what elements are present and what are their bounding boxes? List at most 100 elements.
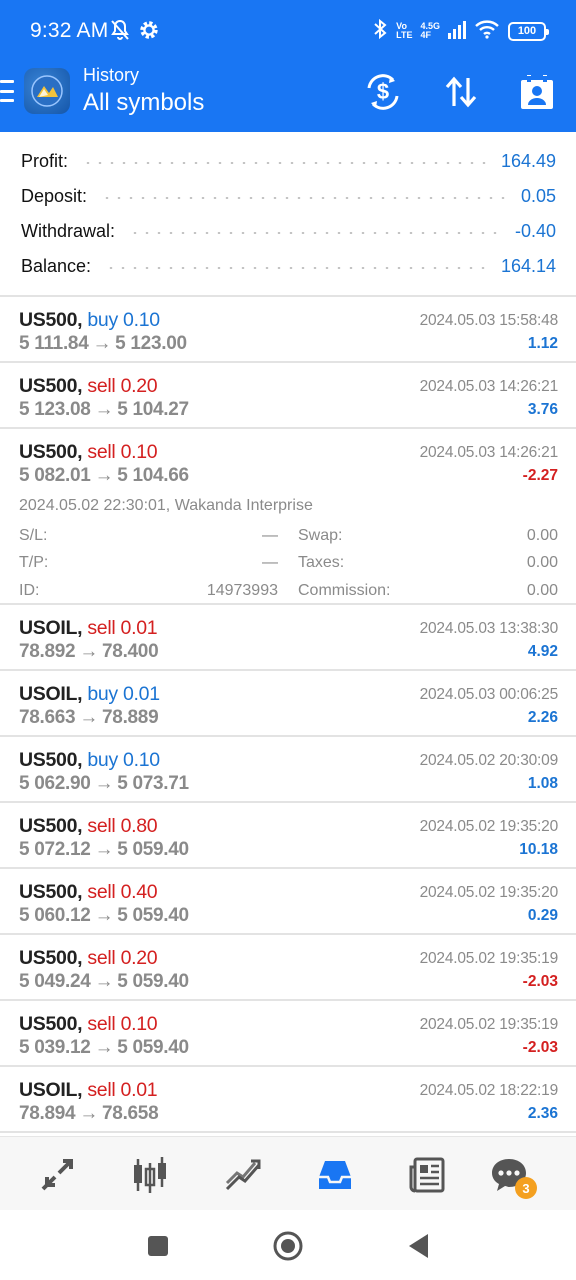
- swap-label: Swap:: [298, 527, 343, 544]
- recents-icon[interactable]: [142, 1230, 174, 1262]
- deal-prices: 78.894 → 78.658: [19, 1103, 159, 1125]
- speed-indicator: 4.5G 4F: [420, 22, 440, 40]
- trade-icon[interactable]: [221, 1153, 265, 1197]
- deal-title: US500, sell 0.40: [19, 881, 158, 904]
- deal-volume: 0.10: [123, 309, 160, 331]
- deal-prices: 78.663 → 78.889: [19, 707, 159, 729]
- home-icon[interactable]: [272, 1230, 304, 1262]
- deal-prices: 5 060.12 → 5 059.40: [19, 905, 189, 927]
- deal-title: USOIL, sell 0.01: [19, 617, 158, 640]
- menu-icon[interactable]: [0, 80, 14, 102]
- volte-bottom: LTE: [396, 30, 413, 40]
- settings-gear-icon: [138, 18, 160, 47]
- deal-time: 2024.05.03 15:58:48: [419, 312, 559, 329]
- deal-volume: 0.10: [120, 1013, 158, 1035]
- back-icon[interactable]: [402, 1230, 434, 1262]
- deal-prices: 5 039.12 → 5 059.40: [19, 1037, 189, 1059]
- deal-volume: 0.01: [120, 1079, 158, 1101]
- deal-row[interactable]: US500, sell 0.80 5 072.12 → 5 059.40 2024.…: [0, 803, 576, 869]
- page-title: All symbols: [83, 89, 205, 116]
- deal-title: US500, sell 0.20: [19, 947, 158, 970]
- deal-title: USOIL, sell 0.01: [19, 1079, 158, 1102]
- dotted-leader: [105, 267, 487, 269]
- deal-prices: 5 123.08 → 5 104.27: [19, 399, 189, 421]
- deal-side: sell: [87, 947, 116, 969]
- app-bar: History All symbols $: [0, 62, 576, 132]
- deal-symbol: US500,: [19, 375, 83, 397]
- deal-volume: 0.80: [120, 815, 158, 837]
- deal-prices: 5 111.84 → 5 123.00: [19, 333, 187, 355]
- deal-symbol: USOIL,: [19, 617, 83, 639]
- arrow-icon: →: [94, 773, 114, 794]
- deal-side: sell: [87, 1079, 116, 1101]
- battery-icon: 100: [508, 21, 549, 41]
- deal-title: USOIL, buy 0.01: [19, 683, 160, 706]
- deal-row[interactable]: US500, sell 0.10 5 039.12 → 5 059.40 2024.…: [0, 1001, 576, 1067]
- deal-row[interactable]: US500, sell 0.20 5 049.24 → 5 059.40 2024.…: [0, 935, 576, 1001]
- profit-value: 164.49: [500, 150, 556, 171]
- open-price: 5 039.12: [19, 1037, 91, 1058]
- deal-row[interactable]: US500, sell 0.40 5 060.12 → 5 059.40 2024.…: [0, 869, 576, 935]
- deal-symbol: USOIL,: [19, 683, 83, 705]
- open-price: 5 123.08: [19, 399, 91, 420]
- profit-row: Profit: 164.49: [21, 146, 556, 176]
- deal-volume: 0.01: [123, 683, 160, 705]
- deal-row[interactable]: US500, buy 0.10 5 062.90 → 5 073.71 2024.0…: [0, 737, 576, 803]
- chart-icon[interactable]: [128, 1153, 172, 1197]
- deal-symbol: USOIL,: [19, 1079, 83, 1101]
- close-price: 78.658: [102, 1103, 159, 1124]
- deal-row[interactable]: USOIL, buy 0.01 78.663 → 78.889 2024.05.03…: [0, 671, 576, 737]
- system-navigation: [0, 1210, 576, 1280]
- arrow-icon: →: [79, 1103, 99, 1124]
- deal-row[interactable]: USOIL, sell 0.01 78.894 → 78.658 2024.05.0…: [0, 1067, 576, 1133]
- commission-value: 0.00: [526, 582, 558, 599]
- app-bar-titles[interactable]: History All symbols: [83, 64, 204, 118]
- arrow-icon: →: [94, 905, 114, 926]
- chat-badge: 3: [515, 1177, 537, 1199]
- open-price: 5 049.24: [19, 971, 91, 992]
- withdrawal-label: Withdrawal:: [21, 220, 116, 241]
- deal-profit: 0.29: [527, 907, 558, 924]
- sort-icon[interactable]: [441, 72, 481, 112]
- deal-prices: 5 082.01 → 5 104.66: [19, 465, 189, 487]
- deal-title: US500, sell 0.20: [19, 375, 158, 398]
- deal-symbol: US500,: [19, 947, 83, 969]
- tp-value: —: [262, 554, 278, 571]
- deal-symbol: US500,: [19, 1013, 83, 1035]
- deal-row-expanded[interactable]: US500, sell 0.10 5 082.01 → 5 104.66 2024.…: [0, 429, 576, 605]
- balance-value: 164.14: [500, 255, 556, 276]
- deal-profit: -2.03: [522, 973, 558, 990]
- dollar-exchange-icon[interactable]: $: [363, 72, 403, 112]
- withdrawal-row: Withdrawal: -0.40: [21, 216, 556, 246]
- quotes-icon[interactable]: [35, 1153, 79, 1197]
- dotted-leader: [101, 197, 507, 199]
- deal-side: buy: [87, 749, 118, 771]
- deal-volume: 0.10: [123, 749, 160, 771]
- news-icon[interactable]: [405, 1153, 449, 1197]
- open-price: 78.663: [19, 707, 76, 728]
- sl-value: —: [262, 527, 278, 544]
- deal-title: US500, sell 0.10: [19, 441, 158, 464]
- tp-label: T/P:: [19, 554, 49, 571]
- deal-row[interactable]: US500, sell 0.20 5 123.08 → 5 104.27 2024.…: [0, 363, 576, 429]
- deal-time: 2024.05.02 18:22:19: [419, 1082, 559, 1099]
- calendar-user-icon[interactable]: [517, 72, 557, 112]
- deal-row[interactable]: US500, buy 0.10 5 111.84 → 5 123.00 2024.0…: [0, 297, 576, 363]
- deals-list: US500, buy 0.10 5 111.84 → 5 123.00 2024.0…: [0, 297, 576, 1133]
- deal-prices: 5 062.90 → 5 073.71: [19, 773, 189, 795]
- deal-time: 2024.05.02 19:35:19: [419, 950, 559, 967]
- balance-label: Balance:: [21, 255, 92, 276]
- history-icon[interactable]: [313, 1153, 357, 1197]
- app-logo-icon: [24, 68, 70, 114]
- open-price: 78.894: [19, 1103, 76, 1124]
- withdrawal-value: -0.40: [514, 220, 556, 241]
- deal-prices: 5 072.12 → 5 059.40: [19, 839, 189, 861]
- chat-icon[interactable]: 3: [487, 1153, 537, 1199]
- deal-time: 2024.05.03 00:06:25: [419, 686, 559, 703]
- deal-row[interactable]: USOIL, sell 0.01 78.892 → 78.400 2024.05.0…: [0, 605, 576, 671]
- taxes-label: Taxes:: [298, 554, 345, 571]
- status-bar: 9:32 AM Vo LTE 4.5G 4F 100: [0, 0, 576, 62]
- deal-profit: -2.03: [522, 1039, 558, 1056]
- open-price: 5 111.84: [19, 333, 89, 354]
- close-price: 78.889: [102, 707, 159, 728]
